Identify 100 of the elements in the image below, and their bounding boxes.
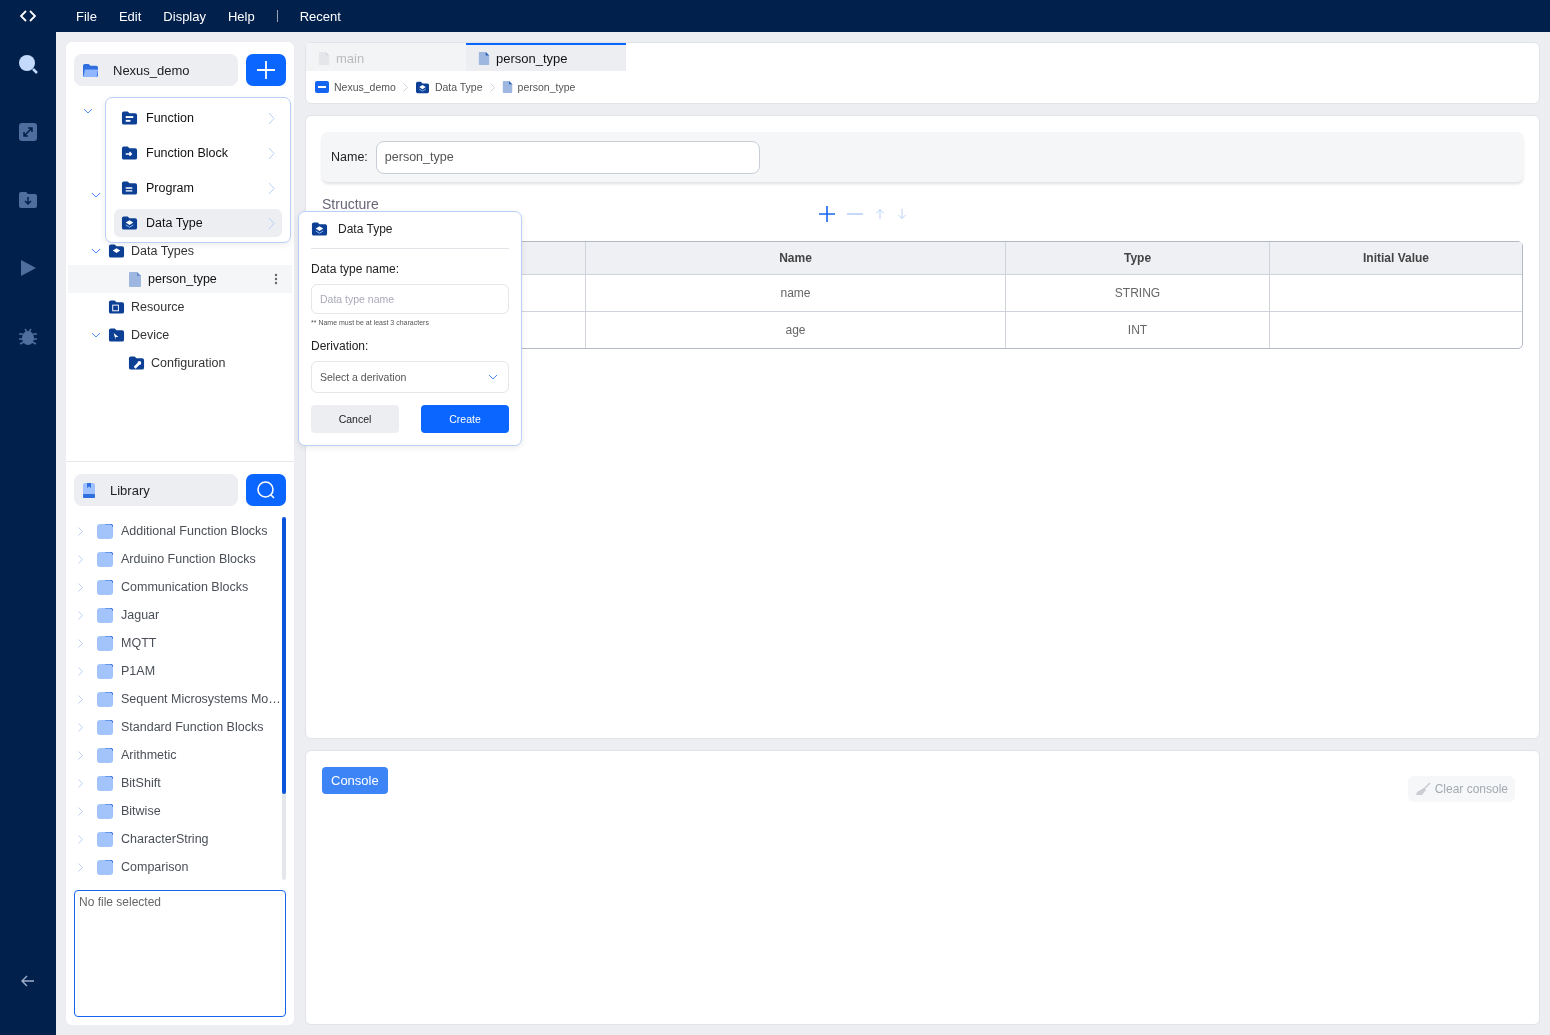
library-item[interactable]: CharacterString (78, 825, 282, 853)
tab[interactable]: person_type (466, 43, 626, 71)
chevron-down-icon (488, 374, 498, 380)
file-icon (128, 270, 142, 288)
tree-label: person_type (148, 272, 217, 286)
chevron-right-icon (268, 216, 275, 230)
chevron-down-icon[interactable] (91, 247, 101, 255)
table-cell: STRING (1005, 274, 1269, 311)
library-item[interactable]: BitShift (78, 769, 282, 797)
library-item[interactable]: P1AM (78, 657, 282, 685)
library-item[interactable]: Arithmetic (78, 741, 282, 769)
library-item[interactable]: Communication Blocks (78, 573, 282, 601)
folder-icon (97, 663, 113, 679)
play-icon[interactable] (18, 258, 38, 278)
scrollbar-thumb[interactable] (282, 517, 286, 794)
folder-download-icon[interactable] (18, 190, 38, 210)
project-selector[interactable]: Nexus_demo (74, 54, 238, 86)
library-item[interactable]: MQTT (78, 629, 282, 657)
breadcrumb-item[interactable]: Nexus_demo (315, 81, 396, 93)
menu-item[interactable]: Function (114, 104, 282, 132)
scrollbar[interactable] (282, 517, 286, 880)
menu-item[interactable]: Data Type (114, 209, 282, 237)
folder-icon (97, 719, 113, 735)
library-item[interactable]: Standard Function Blocks (78, 713, 282, 741)
add-button[interactable] (246, 54, 286, 86)
chevron-right-icon (78, 582, 83, 592)
library-item[interactable]: Sequent Microsystems Mo… (78, 685, 282, 713)
plc-icon (315, 81, 329, 93)
name-field[interactable]: Data type name (311, 284, 509, 314)
chevron-down-icon[interactable] (91, 331, 101, 339)
chevron-right-icon (78, 638, 83, 648)
library-item[interactable]: Arduino Function Blocks (78, 545, 282, 573)
folder-icon (121, 110, 138, 126)
code-icon (20, 10, 36, 22)
chevron-right-icon (78, 834, 83, 844)
name-field[interactable]: person_type (375, 140, 760, 174)
back-arrow-icon[interactable] (21, 975, 35, 987)
breadcrumb-item[interactable]: person_type (501, 80, 576, 94)
details-field[interactable]: No file selected (74, 890, 286, 1017)
folder-icon (128, 355, 145, 371)
menu-item[interactable]: Program (114, 174, 282, 202)
folder-icon (97, 691, 113, 707)
tree-item-selected[interactable]: person_type (68, 265, 292, 293)
chevron-right-icon (78, 750, 83, 760)
derivation-dropdown[interactable]: Select a derivation (311, 361, 509, 393)
chevron-right-icon (78, 778, 83, 788)
add-icon[interactable] (818, 205, 836, 223)
menu-item[interactable]: Edit (118, 8, 142, 24)
folder-icon (108, 299, 125, 315)
menu-item[interactable]: Function Block (114, 139, 282, 167)
folder-icon (121, 215, 138, 231)
search-button[interactable] (246, 474, 286, 506)
breadcrumb-item[interactable]: Data Type (414, 80, 483, 94)
folder-icon (97, 775, 113, 791)
chevron-right-icon (268, 181, 275, 195)
chevron-down-icon[interactable] (91, 191, 101, 199)
chevron-right-icon (78, 610, 83, 620)
library-title: Library (110, 482, 150, 498)
library-item[interactable]: Jaguar (78, 601, 282, 629)
dialog-title: Data Type (338, 222, 393, 236)
more-icon[interactable] (274, 273, 278, 285)
folder-icon (97, 747, 113, 763)
menu-item[interactable]: Recent (299, 8, 341, 24)
menu-item[interactable]: Display (163, 8, 206, 24)
chevron-right-icon (78, 806, 83, 816)
chevron-right-icon (78, 666, 83, 676)
bug-icon[interactable] (18, 326, 38, 346)
chevron-right-icon (78, 554, 83, 564)
tree-label: Resource (131, 300, 185, 314)
menu-item[interactable]: Help (228, 8, 255, 24)
cancel-button[interactable]: Cancel (311, 405, 399, 433)
create-button[interactable]: Create (421, 405, 509, 433)
library-item[interactable]: Additional Function Blocks (78, 517, 282, 545)
folder-icon (97, 607, 113, 623)
chevron-down-icon[interactable] (83, 107, 93, 115)
menu-item[interactable]: File (76, 8, 97, 24)
library-item[interactable]: Bitwise (78, 797, 282, 825)
folder-icon (97, 831, 113, 847)
library-selector[interactable]: Library (74, 474, 238, 506)
folder-icon (97, 551, 113, 567)
folder-icon (97, 859, 113, 875)
chevron-right-icon (268, 146, 275, 160)
table-header-cell: Type (1005, 242, 1269, 274)
field-label: Derivation: (311, 339, 370, 353)
tree-label: Configuration (151, 356, 226, 370)
search-icon[interactable] (18, 54, 38, 74)
project-name: Nexus_demo (113, 62, 190, 78)
folder-icon (97, 579, 113, 595)
library-item[interactable]: Comparison (78, 853, 282, 881)
folder-icon (97, 635, 113, 651)
chevron-right-icon (78, 694, 83, 704)
chevron-right-icon (78, 722, 83, 732)
expand-icon[interactable] (18, 122, 38, 142)
folder-icon (414, 80, 430, 94)
folder-icon (97, 523, 113, 539)
file-icon (318, 50, 330, 66)
folder-icon (82, 62, 99, 78)
console-tab[interactable]: Console (322, 767, 388, 794)
search-icon (256, 480, 276, 500)
table-header-cell: Name (585, 242, 1005, 274)
